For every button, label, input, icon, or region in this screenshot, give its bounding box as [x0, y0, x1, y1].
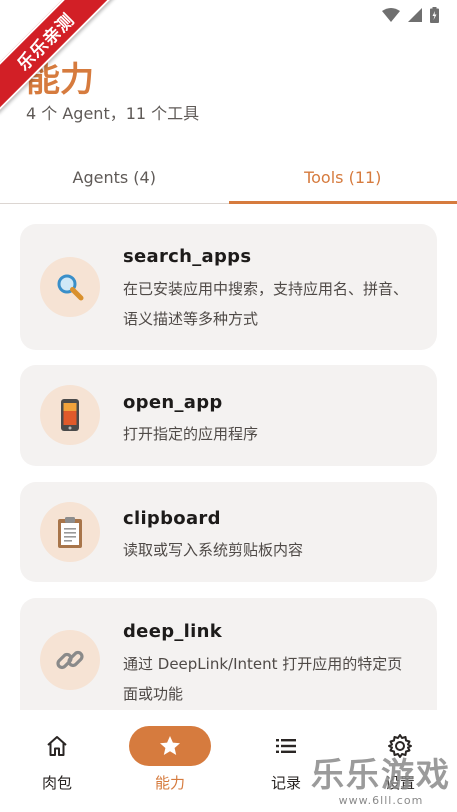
home-icon [47, 736, 67, 756]
tool-name: search_apps [123, 246, 252, 267]
site-watermark-url: www.6lll.com [338, 794, 424, 807]
list-icon [276, 739, 296, 753]
tool-card-open-app[interactable]: open_app 打开指定的应用程序 [20, 365, 437, 466]
tool-description: 打开指定的应用程序 [123, 425, 259, 443]
tool-name: deep_link [123, 621, 223, 642]
tool-name: open_app [123, 392, 223, 413]
battery-charging-icon [430, 7, 439, 23]
nav-item-capabilities[interactable]: 能力 [113, 710, 227, 812]
tool-description: 读取或写入系统剪贴板内容 [123, 541, 304, 559]
tool-card-clipboard[interactable]: clipboard 读取或写入系统剪贴板内容 [20, 482, 437, 582]
tool-description: 在已安装应用中搜索，支持应用名、拼音、语义描述等多种方式 [123, 280, 409, 328]
mobile-phone-icon [40, 385, 100, 445]
nav-item-roubao[interactable]: 肉包 [0, 710, 114, 812]
tool-description: 通过 DeepLink/Intent 打开应用的特定页面或功能 [123, 655, 403, 703]
site-watermark-text: 乐乐游戏 [311, 755, 451, 794]
cellular-signal-icon [408, 8, 422, 22]
tool-name: clipboard [123, 508, 221, 529]
tool-card-search-apps[interactable]: search_apps 在已安装应用中搜索，支持应用名、拼音、语义描述等多种方式 [20, 224, 437, 350]
clipboard-icon [40, 502, 100, 562]
tab-bar: Agents (4) Tools (11) [0, 152, 457, 204]
tab-agents[interactable]: Agents (4) [0, 152, 229, 203]
star-icon [160, 736, 180, 755]
link-icon [40, 630, 100, 690]
wifi-icon [382, 8, 400, 22]
magnifier-icon [40, 257, 100, 317]
tool-card-deep-link[interactable]: deep_link 通过 DeepLink/Intent 打开应用的特定页面或功… [20, 598, 437, 728]
tab-tools[interactable]: Tools (11) [228, 152, 457, 204]
nav-label: 肉包 [41, 774, 72, 792]
watermark-ribbon: 乐乐亲测 [0, 0, 120, 120]
nav-label: 能力 [154, 774, 185, 792]
site-watermark: 乐乐游戏 www.6lll.com [311, 756, 451, 808]
watermark-ribbon-text: 乐乐亲测 [0, 0, 118, 114]
